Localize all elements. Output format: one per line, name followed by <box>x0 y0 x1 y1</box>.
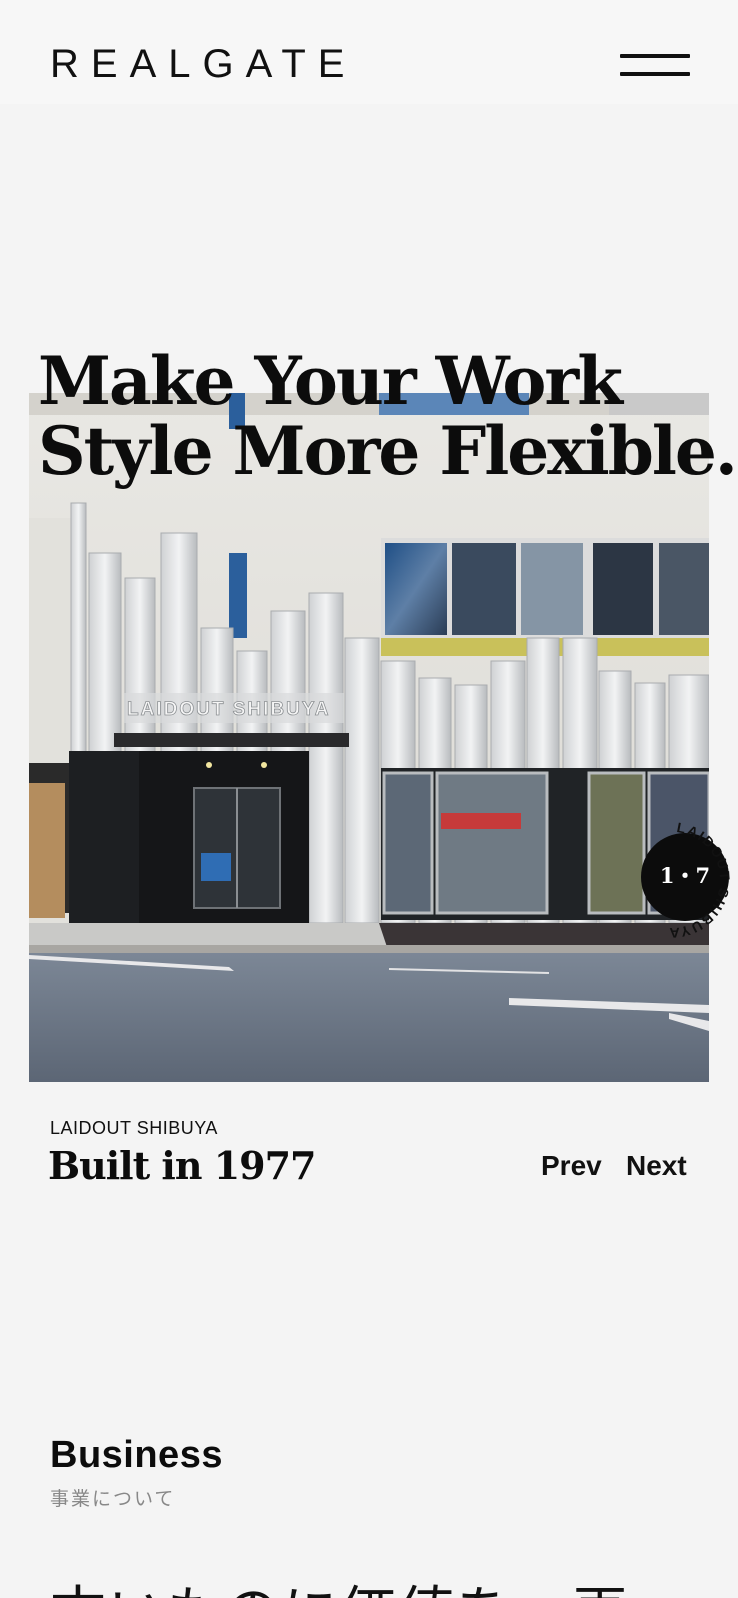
hero-title: Make Your Work Style More Flexible. <box>38 342 738 490</box>
hero-title-line-2: Style More Flexible. <box>38 412 738 490</box>
property-name: LAIDOUT SHIBUYA <box>50 1118 218 1138</box>
hero-building-photo: LAIDOUT SHIBUYA <box>29 393 709 1082</box>
hero-title-line-1: Make Your Work <box>38 342 623 420</box>
menu-button[interactable] <box>620 50 690 80</box>
property-built-year: Built in 1977 <box>48 1143 316 1188</box>
business-subheading: 事業について <box>50 1489 176 1510</box>
page: REALGATE LAIDOUT SHIBUYA Make Your Work … <box>0 0 738 1598</box>
hamburger-menu-icon <box>620 54 690 58</box>
slide-counter: 1・7 <box>660 863 710 888</box>
site-header: REALGATE <box>0 0 738 104</box>
business-lead-text: 古いものに価値を、再 <box>50 1568 630 1598</box>
hamburger-menu-icon-bar <box>620 72 690 76</box>
next-button[interactable]: Next <box>626 1150 687 1182</box>
slide-counter-badge: LAIDOUT SHIBUYA 1・7 <box>612 819 738 946</box>
business-heading: Business <box>50 1434 223 1476</box>
prev-button[interactable]: Prev <box>541 1150 602 1182</box>
logo[interactable]: REALGATE <box>50 44 356 84</box>
building-sign-text: LAIDOUT SHIBUYA <box>127 699 330 720</box>
